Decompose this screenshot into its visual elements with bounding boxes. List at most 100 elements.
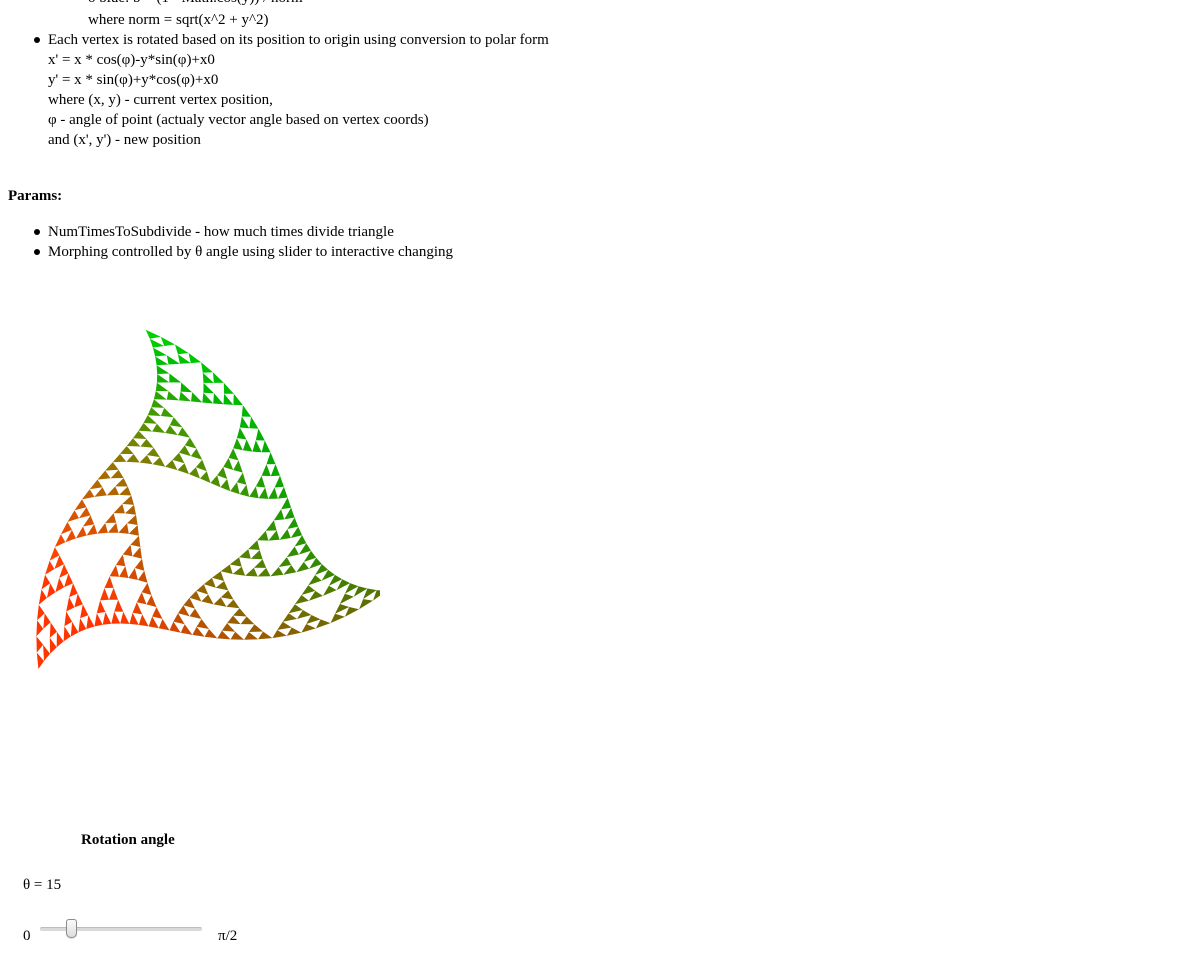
fractal-triangle	[113, 503, 125, 514]
fractal-triangle	[322, 585, 337, 596]
fractal-triangle	[217, 466, 228, 479]
fractal-triangle	[97, 523, 108, 534]
fractal-triangle	[138, 423, 153, 432]
fractal-triangle	[129, 612, 139, 625]
fractal-triangle	[148, 616, 159, 629]
fractal-triangle	[268, 487, 278, 499]
fractal-triangle	[232, 566, 246, 576]
fractal-triangle	[339, 593, 354, 604]
fractal-triangle	[137, 570, 148, 583]
fractal-triangle	[43, 644, 51, 661]
fractal-triangle	[165, 425, 178, 436]
fractal-triangle	[160, 407, 174, 418]
fractal-triangle	[266, 452, 276, 465]
fractal-triangle	[223, 382, 234, 394]
fractal-triangle	[46, 583, 56, 598]
fractal-triangle	[122, 544, 133, 557]
fractal-triangle	[226, 599, 240, 609]
fractal-triangle	[96, 600, 106, 614]
fractal-triangle	[255, 475, 266, 488]
fractal-triangle	[177, 354, 191, 364]
fractal-triangle	[204, 629, 218, 639]
fractal-triangle	[308, 575, 322, 586]
fractal-triangle	[202, 372, 214, 383]
fractal-triangle	[217, 630, 231, 640]
fractal-triangle	[287, 517, 299, 529]
fractal-triangle	[79, 507, 91, 519]
fractal-triangle	[132, 602, 143, 615]
list-bullet	[34, 37, 40, 43]
fractal-triangle	[111, 611, 121, 624]
fractal-triangle	[109, 587, 119, 600]
fractal-triangle	[49, 547, 60, 561]
formula-where-line: where (x, y) - current vertex position,	[48, 92, 273, 108]
fractal-triangle	[143, 415, 157, 424]
fractal-triangle	[213, 393, 224, 405]
fractal-triangle	[202, 392, 214, 404]
fractal-triangle	[110, 469, 124, 479]
fractal-triangle	[69, 583, 78, 598]
fractal-triangle	[128, 525, 139, 536]
fractal-triangle	[152, 423, 166, 433]
fractal-triangle	[233, 393, 243, 406]
fractal-triangle	[210, 475, 221, 488]
fractal-triangle	[188, 353, 202, 364]
fractal-triangle	[274, 475, 284, 488]
fractal-triangle	[277, 486, 288, 499]
fractal-triangle	[82, 489, 95, 500]
fractal-triangle	[330, 613, 345, 624]
fractal-triangle	[239, 484, 250, 497]
fractal-triangle	[36, 636, 44, 653]
fractal-triangle	[296, 561, 310, 573]
sierpinski-canvas	[36, 329, 380, 669]
fractal-triangle	[126, 438, 141, 447]
fractal-triangle	[183, 597, 195, 609]
fractal-triangle	[146, 595, 157, 608]
fractal-triangle	[201, 594, 214, 605]
fractal-triangle	[74, 593, 83, 608]
fractal-triangle	[249, 416, 259, 429]
fractal-triangle	[212, 372, 224, 383]
fractal-triangle	[89, 479, 103, 490]
fractal-triangle	[192, 626, 205, 637]
fractal-triangle	[169, 373, 182, 383]
fractal-triangle	[80, 604, 89, 619]
fractal-triangle	[105, 513, 117, 523]
slider-track[interactable]	[40, 927, 202, 931]
fractal-triangle	[166, 355, 180, 365]
fractal-triangle	[45, 560, 55, 575]
fractal-triangle	[37, 604, 45, 621]
fractal-triangle	[119, 486, 132, 496]
fractal-triangle	[59, 564, 69, 578]
fractal-triangle	[303, 550, 317, 562]
fractal-triangle	[140, 439, 154, 448]
fractal-triangle	[236, 472, 247, 485]
theta-slider-thumb[interactable]	[65, 919, 77, 938]
fractal-triangle	[191, 392, 203, 403]
fractal-triangle	[255, 428, 265, 441]
fractal-triangle	[104, 576, 114, 588]
fractal-triangle	[155, 382, 169, 392]
fractal-triangle	[220, 479, 231, 492]
fractal-triangle	[106, 486, 120, 496]
fractal-triangle	[283, 565, 297, 575]
fractal-triangle	[220, 564, 233, 574]
fractal-triangle	[83, 515, 95, 527]
fractal-triangle	[173, 613, 185, 625]
fractal-triangle	[286, 546, 299, 558]
fractal-triangle	[132, 430, 147, 439]
formula-x-prime: x' = x * cos(φ)-y*sin(φ)+x0	[48, 52, 215, 68]
fractal-triangle	[130, 535, 141, 547]
fractal-triangle	[115, 478, 128, 487]
fractal-triangle	[213, 597, 227, 607]
fractal-triangle	[278, 557, 292, 567]
fractal-triangle	[153, 391, 167, 400]
fractal-triangle	[67, 510, 79, 522]
fractal-triangle	[229, 557, 242, 567]
fractal-triangle	[248, 624, 263, 632]
formula-y-prime: y' = x * sin(φ)+y*cos(φ)+x0	[48, 72, 219, 88]
fractal-triangle	[49, 622, 57, 638]
fractal-triangle	[286, 627, 302, 636]
fractal-triangle	[261, 464, 271, 477]
fractal-triangle	[115, 554, 126, 567]
